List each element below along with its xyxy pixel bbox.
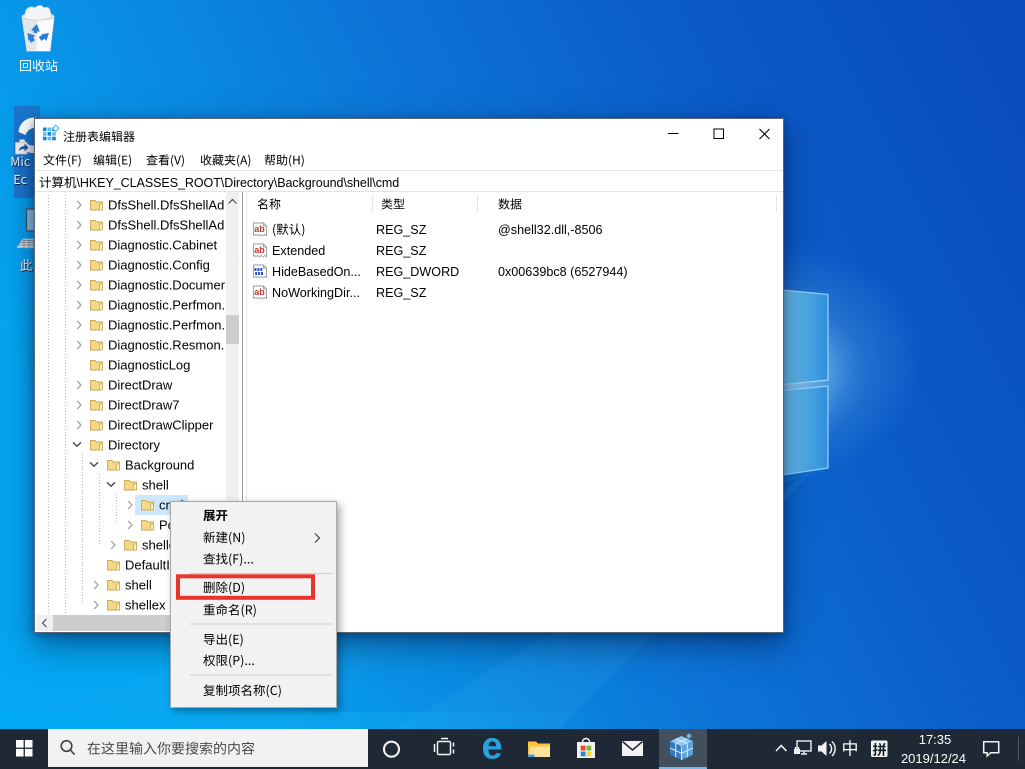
svg-text:REG_SZ: REG_SZ (376, 223, 427, 237)
svg-text:DirectDraw: DirectDraw (108, 378, 173, 393)
svg-text:17:35: 17:35 (919, 732, 952, 747)
svg-text:REG_SZ: REG_SZ (376, 244, 427, 258)
svg-text:Diagnostic.Perfmon.In: Diagnostic.Perfmon.In (108, 298, 236, 313)
svg-text:Diagnostic.Resmon.Co: Diagnostic.Resmon.Co (108, 338, 241, 353)
svg-text:shell: shell (125, 578, 152, 593)
svg-text:Diagnostic.Cabinet: Diagnostic.Cabinet (108, 238, 218, 253)
svg-text:Diagnostic.Config: Diagnostic.Config (108, 258, 210, 273)
svg-text:REG_SZ: REG_SZ (376, 286, 427, 300)
svg-text:NoWorkingDir...: NoWorkingDir... (272, 286, 360, 300)
svg-text:REG_DWORD: REG_DWORD (376, 265, 459, 279)
svg-text:DirectDrawClipper: DirectDrawClipper (108, 418, 214, 433)
svg-text:Diagnostic.Perfmon.Pe: Diagnostic.Perfmon.Pe (108, 318, 241, 333)
svg-text:@shell32.dll,-8506: @shell32.dll,-8506 (498, 223, 603, 237)
svg-text:DfsShell.DfsShellAdmin: DfsShell.DfsShellAdmin (108, 198, 245, 213)
svg-text:HideBasedOn...: HideBasedOn... (272, 265, 361, 279)
svg-text:2019/12/24: 2019/12/24 (901, 751, 966, 766)
svg-text:e: e (482, 729, 503, 768)
svg-text:Extended: Extended (272, 244, 325, 258)
svg-text:DiagnosticLog: DiagnosticLog (108, 358, 190, 373)
svg-text:DirectDraw7: DirectDraw7 (108, 398, 180, 413)
svg-text:DfsShell.DfsShellAdmin: DfsShell.DfsShellAdmin (108, 218, 245, 233)
svg-text:0x00639bc8 (6527944): 0x00639bc8 (6527944) (498, 265, 628, 279)
svg-text:shellex: shellex (125, 598, 166, 613)
svg-text:Directory: Directory (108, 438, 161, 453)
svg-text:Background: Background (125, 458, 194, 473)
svg-text:\HKEY_CLASSES_ROOT\Directory\B: \HKEY_CLASSES_ROOT\Directory\Background\… (77, 176, 400, 190)
svg-text:shell: shell (142, 478, 169, 493)
svg-text:Diagnostic.Document: Diagnostic.Document (108, 278, 232, 293)
